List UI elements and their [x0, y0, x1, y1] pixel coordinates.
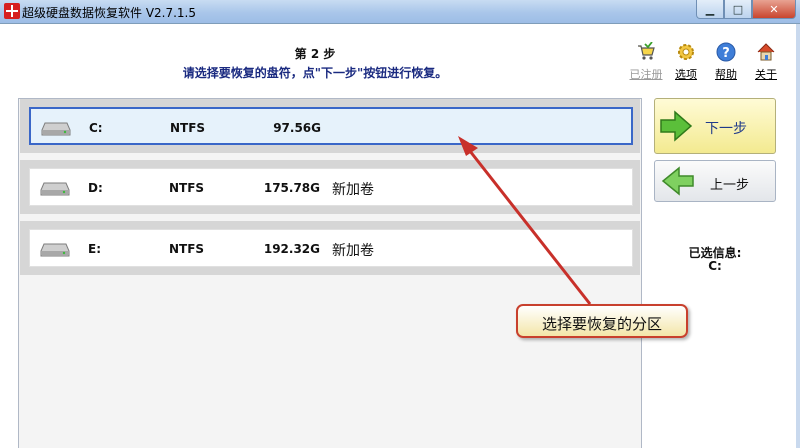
step-instruction: 请选择要恢复的盘符，点"下一步"按钮进行恢复。 [182, 66, 448, 80]
callout-pointer-arrow [458, 136, 592, 305]
close-button[interactable]: ✕ [752, 0, 796, 19]
disk-letter: D: [88, 181, 103, 195]
selected-info-value: C: [708, 259, 722, 273]
help-icon: ? [716, 42, 736, 62]
toolbar: 已注册 选项 ? 帮助 关于 [626, 40, 786, 84]
disk-size: 192.32G [263, 242, 320, 256]
registered-label: 已注册 [629, 68, 663, 81]
minimize-icon: ▁ [705, 2, 715, 16]
about-label: 关于 [755, 68, 777, 81]
disk-volume-name: 新加卷 [332, 182, 374, 198]
home-icon [757, 43, 775, 61]
arrow-left-icon [661, 166, 694, 196]
window-title: 超级硬盘数据恢复软件 V2.7.1.5 [22, 6, 197, 20]
hard-drive-icon [41, 122, 71, 136]
next-step-button[interactable]: 下一步 [654, 98, 776, 154]
hard-drive-icon [40, 243, 70, 257]
svg-text:?: ? [722, 46, 730, 61]
next-step-label: 下一步 [705, 121, 747, 137]
arrow-right-icon [660, 110, 693, 142]
window-border [796, 24, 800, 448]
title-bar[interactable]: 超级硬盘数据恢复软件 V2.7.1.5 ▁ □ ✕ [0, 0, 800, 24]
app-window: 超级硬盘数据恢复软件 V2.7.1.5 ▁ □ ✕ 第 2 步 请选择要恢复的盘… [0, 0, 800, 448]
maximize-icon: □ [732, 2, 744, 16]
minimize-button[interactable]: ▁ [696, 0, 724, 19]
disk-volume-name: 新加卷 [332, 243, 374, 259]
disk-size: 175.78G [263, 181, 320, 195]
disk-filesystem: NTFS [169, 242, 205, 256]
prev-step-label: 上一步 [710, 178, 750, 193]
disk-size: 97.56G [273, 121, 321, 135]
callout-box: 选择要恢复的分区 [516, 304, 688, 338]
app-logo-icon [4, 3, 20, 19]
disk-letter: C: [89, 121, 103, 135]
disk-filesystem: NTFS [169, 181, 205, 195]
prev-step-button[interactable]: 上一步 [654, 160, 776, 202]
window-controls: ▁ □ ✕ [696, 0, 796, 20]
about-button[interactable]: 关于 [746, 40, 786, 84]
close-icon: ✕ [769, 2, 779, 16]
step-title: 第 2 步 [294, 47, 336, 61]
registered-button[interactable]: 已注册 [626, 40, 666, 84]
help-button[interactable]: ? 帮助 [706, 40, 746, 84]
callout-text: 选择要恢复的分区 [541, 315, 662, 333]
disk-letter: E: [88, 242, 101, 256]
disk-filesystem: NTFS [170, 121, 206, 135]
hard-drive-icon [40, 182, 70, 196]
cart-icon [638, 42, 655, 60]
options-label: 选项 [675, 68, 697, 81]
options-button[interactable]: 选项 [666, 40, 706, 84]
gear-icon [678, 44, 694, 60]
maximize-button[interactable]: □ [724, 0, 752, 19]
help-label: 帮助 [715, 68, 737, 81]
